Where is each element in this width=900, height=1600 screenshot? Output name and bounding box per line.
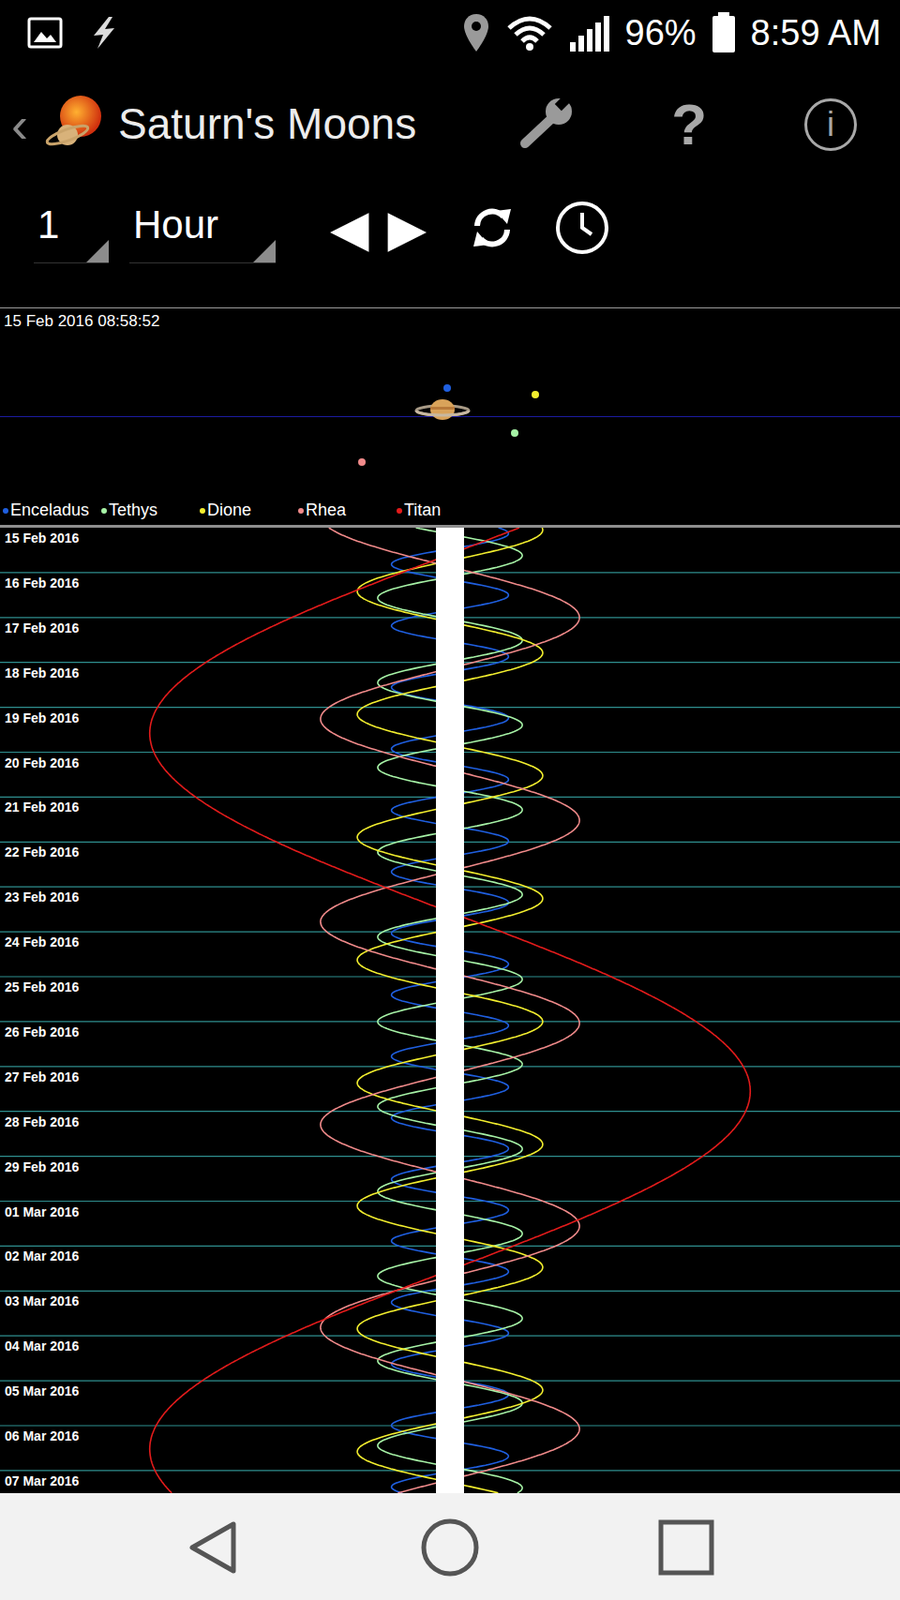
home-circle-icon[interactable] — [419, 1516, 481, 1579]
legend-dot — [2, 508, 9, 514]
step-count: 1 — [37, 202, 60, 247]
date-label: 25 Feb 2016 — [4, 979, 80, 995]
date-label: 22 Feb 2016 — [4, 844, 80, 860]
app-screen: 96% 8:59 AM ‹ Saturn's Moons ? i 1 Hour … — [0, 0, 900, 1600]
app-logo-icon[interactable] — [43, 93, 105, 156]
date-label: 23 Feb 2016 — [4, 889, 80, 905]
legend-item: Enceladus — [2, 500, 102, 522]
app-title: Saturn's Moons — [118, 100, 417, 149]
divider — [0, 525, 900, 528]
saturn-icon — [414, 398, 471, 423]
legend-label: Dione — [207, 500, 252, 522]
legend-label: Enceladus — [10, 500, 90, 522]
clock-time: 8:59 AM — [750, 15, 882, 51]
date-label: 21 Feb 2016 — [4, 799, 80, 815]
lightning-icon — [86, 14, 120, 52]
legend-label: Tethys — [108, 500, 158, 522]
location-icon — [462, 12, 491, 54]
moon-dot — [358, 458, 366, 466]
moon-dot — [443, 384, 451, 392]
date-label: 05 Mar 2016 — [4, 1383, 80, 1399]
step-forward-button[interactable]: ▶ — [388, 203, 428, 255]
orbit-curve — [150, 527, 751, 1494]
recents-square-icon[interactable] — [655, 1516, 718, 1579]
wifi-icon — [505, 14, 555, 52]
orbit-chart: 15 Feb 2016 16 Feb 2016 17 Feb 2016 18 Feb … — [0, 527, 900, 1494]
app-bar: ‹ Saturn's Moons ? i — [0, 65, 900, 183]
battery-icon — [711, 12, 736, 54]
orbit-plot: 15 Feb 2016 16 Feb 2016 17 Feb 2016 18 Feb … — [0, 527, 900, 1494]
date-label: 27 Feb 2016 — [4, 1069, 80, 1085]
legend: Enceladus Tethys Dione Rhea Titan — [0, 496, 900, 525]
refresh-icon[interactable] — [467, 203, 517, 253]
moon-dot — [510, 429, 519, 437]
date-label: 29 Feb 2016 — [4, 1159, 80, 1175]
saturn-band — [435, 527, 465, 1494]
date-label: 18 Feb 2016 — [4, 665, 80, 681]
legend-label: Titan — [404, 500, 441, 522]
clock-icon[interactable] — [554, 199, 611, 256]
timestamp: 15 Feb 2016 08:58:52 — [0, 308, 900, 331]
date-label: 16 Feb 2016 — [4, 575, 80, 591]
date-label: 17 Feb 2016 — [4, 620, 80, 636]
date-label: 03 Mar 2016 — [4, 1293, 80, 1309]
date-label: 26 Feb 2016 — [4, 1024, 80, 1040]
moon-dot — [531, 390, 540, 399]
legend-dot — [396, 508, 403, 514]
date-label: 24 Feb 2016 — [4, 934, 80, 950]
time-controls: 1 Hour ◀ ▶ — [0, 182, 900, 308]
step-unit-dropdown[interactable]: Hour — [129, 195, 276, 264]
date-label: 20 Feb 2016 — [4, 755, 80, 771]
status-bar: 96% 8:59 AM — [0, 0, 900, 66]
legend-item: Tethys — [101, 500, 200, 522]
back-triangle-icon[interactable] — [182, 1516, 245, 1579]
date-label: 28 Feb 2016 — [4, 1114, 80, 1130]
legend-item: Dione — [199, 500, 299, 522]
sky-view: 15 Feb 2016 08:58:52 — [0, 308, 900, 497]
step-unit: Hour — [133, 202, 219, 247]
legend-item: Titan — [396, 500, 495, 522]
date-label: 15 Feb 2016 — [4, 530, 80, 546]
signal-icon — [569, 14, 611, 52]
legend-label: Rhea — [305, 500, 346, 522]
battery-percent: 96% — [625, 15, 697, 51]
legend-item: Rhea — [298, 500, 397, 522]
date-label: 06 Mar 2016 — [4, 1428, 80, 1444]
back-button[interactable]: ‹ — [11, 99, 44, 150]
navigation-bar — [0, 1493, 900, 1600]
info-button[interactable]: i — [804, 98, 857, 151]
legend-dot — [298, 508, 304, 514]
step-back-button[interactable]: ◀ — [330, 203, 370, 255]
gallery-icon — [26, 14, 64, 52]
date-label: 04 Mar 2016 — [4, 1338, 80, 1354]
help-button[interactable]: ? — [671, 95, 707, 154]
step-count-dropdown[interactable]: 1 — [33, 195, 109, 264]
date-label: 07 Mar 2016 — [4, 1473, 80, 1489]
wrench-icon[interactable] — [513, 90, 582, 159]
date-label: 19 Feb 2016 — [4, 710, 80, 726]
legend-dot — [101, 508, 107, 514]
date-label: 02 Mar 2016 — [4, 1248, 80, 1264]
orbit-curve — [320, 527, 580, 1494]
date-label: 01 Mar 2016 — [4, 1204, 80, 1220]
divider — [0, 307, 900, 309]
orbit-curve — [357, 527, 543, 1494]
legend-dot — [199, 508, 206, 514]
